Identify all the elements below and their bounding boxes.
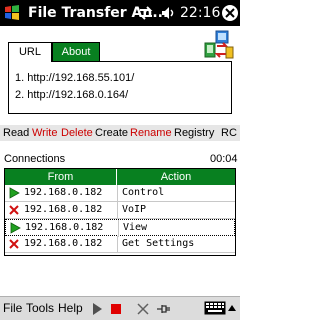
table-row[interactable]: 192.168.0.182 Control <box>5 185 235 202</box>
help-menu[interactable]: Help <box>58 301 83 316</box>
url-list-item[interactable]: 1. http://192.168.55.101/ <box>15 71 134 85</box>
column-header-action[interactable]: Action <box>117 169 235 185</box>
stop-icon[interactable] <box>108 301 124 317</box>
row-action: View <box>123 222 148 233</box>
column-divider <box>117 202 118 219</box>
column-divider <box>117 236 118 253</box>
row-action: VoIP <box>122 204 147 215</box>
read-command[interactable]: Read <box>3 126 29 140</box>
chevron-up-icon[interactable] <box>228 305 236 311</box>
url-list-item[interactable]: 2. http://192.168.0.164/ <box>15 88 128 102</box>
rename-command[interactable]: Rename <box>130 126 172 140</box>
registry-command[interactable]: Registry <box>174 126 214 140</box>
table-row[interactable]: 192.168.0.182 Get Settings <box>5 236 235 253</box>
column-divider <box>117 185 118 202</box>
title-bar: File Transfer An... 22:16 <box>0 0 240 26</box>
connections-label: Connections <box>4 153 66 165</box>
connection-timer: 00:04 <box>210 153 238 165</box>
row-from: 192.168.0.182 <box>24 187 103 198</box>
connections-table: From Action 192.168.0.182 Control 192.16… <box>4 168 236 256</box>
row-from: 192.168.0.182 <box>24 238 103 249</box>
play-icon <box>9 187 20 199</box>
write-command[interactable]: Write <box>32 126 57 140</box>
table-row-selected[interactable]: 192.168.0.182 View <box>5 219 235 237</box>
table-row[interactable]: 192.168.0.182 VoIP <box>5 202 235 219</box>
rc-command[interactable]: RC <box>221 126 237 140</box>
keyboard-icon[interactable] <box>204 300 226 316</box>
url-list-panel: 1. http://192.168.55.101/ 2. http://192.… <box>8 61 232 114</box>
create-command[interactable]: Create <box>95 126 128 140</box>
play-icon <box>10 222 21 234</box>
row-from: 192.168.0.182 <box>25 222 104 233</box>
command-bar: Read Write Delete Create Rename Registry… <box>0 125 240 141</box>
tools-menu[interactable]: Tools <box>26 301 54 316</box>
tab-about[interactable]: About <box>52 42 100 62</box>
plug-icon[interactable] <box>156 301 172 317</box>
column-header-from[interactable]: From <box>5 169 117 185</box>
row-action: Control <box>122 187 165 198</box>
disconnect-x-icon[interactable] <box>135 301 151 317</box>
error-x-icon <box>9 205 19 215</box>
connectivity-icon[interactable] <box>138 5 154 21</box>
close-icon[interactable] <box>221 4 239 22</box>
menu-bar: File Tools Help <box>0 296 240 320</box>
delete-command[interactable]: Delete <box>61 126 93 140</box>
file-menu[interactable]: File <box>3 301 22 316</box>
windows-start-icon[interactable] <box>3 4 21 22</box>
play-icon[interactable] <box>89 301 105 317</box>
error-x-icon <box>9 239 19 249</box>
row-from: 192.168.0.182 <box>24 204 103 215</box>
app-logo-icon <box>204 30 234 59</box>
clock[interactable]: 22:16 <box>180 4 220 22</box>
tab-url[interactable]: URL <box>8 42 52 62</box>
row-action: Get Settings <box>122 238 195 249</box>
column-divider <box>118 220 119 237</box>
volume-icon[interactable] <box>160 5 176 21</box>
